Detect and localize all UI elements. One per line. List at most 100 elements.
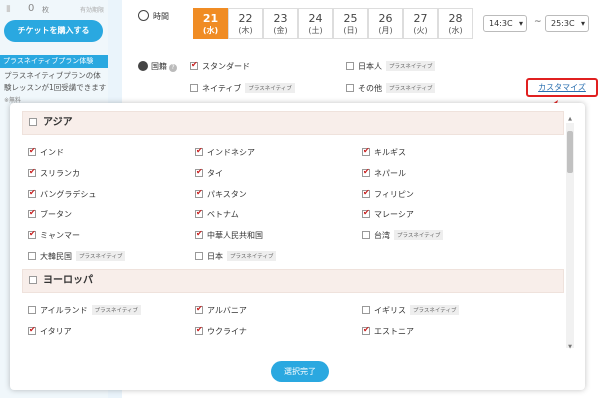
checkbox-icon[interactable] bbox=[362, 188, 370, 198]
modal-scrollbar[interactable]: ▲ ▼ bbox=[566, 116, 574, 350]
trial-title: プラスネイティブプラン体験 bbox=[0, 55, 108, 68]
country-option[interactable]: 台湾 プラスネイティブ bbox=[362, 230, 444, 241]
country-option[interactable]: エストニア bbox=[362, 325, 414, 337]
checkbox-icon[interactable] bbox=[362, 231, 370, 240]
date-day: 24 bbox=[308, 12, 323, 25]
region-header-asia[interactable]: アジア bbox=[22, 111, 564, 135]
date-weekday: (日) bbox=[343, 26, 358, 35]
country-name: ウクライナ bbox=[207, 326, 247, 336]
country-option[interactable]: 中華人民共和国 bbox=[195, 229, 263, 241]
selection-done-button[interactable]: 選択完了 bbox=[271, 361, 329, 382]
option-label: スタンダード bbox=[202, 62, 250, 71]
nationality-other-option[interactable]: その他 プラスネイティブ bbox=[346, 83, 436, 94]
end-time-select[interactable]: 25:3C bbox=[545, 15, 589, 32]
country-option[interactable]: アルバニア bbox=[195, 304, 247, 316]
country-option[interactable]: ブータン bbox=[28, 208, 72, 220]
checkbox-icon[interactable] bbox=[29, 118, 37, 126]
checkbox-icon[interactable] bbox=[362, 325, 370, 335]
checkbox-icon[interactable] bbox=[195, 304, 203, 314]
date-day: 26 bbox=[378, 12, 393, 25]
date-day: 22 bbox=[238, 12, 253, 25]
scrollbar-thumb[interactable] bbox=[567, 131, 573, 173]
checkbox-icon[interactable] bbox=[346, 84, 354, 92]
country-option[interactable]: スリランカ bbox=[28, 167, 80, 179]
checkbox-icon[interactable] bbox=[28, 167, 36, 177]
country-option[interactable]: インド bbox=[28, 146, 64, 158]
country-option[interactable]: ネパール bbox=[362, 167, 406, 179]
checkbox-icon[interactable] bbox=[28, 252, 36, 260]
checkbox-icon[interactable] bbox=[362, 167, 370, 177]
date-tile[interactable]: 21 (水) bbox=[193, 8, 228, 39]
help-icon[interactable]: ? bbox=[169, 64, 177, 72]
checkbox-icon[interactable] bbox=[362, 306, 370, 314]
country-option[interactable]: アイルランド プラスネイティブ bbox=[28, 305, 142, 316]
date-tile[interactable]: 24 (土) bbox=[298, 8, 333, 39]
region-header-europe[interactable]: ヨーロッパ bbox=[22, 269, 564, 293]
country-name: タイ bbox=[207, 168, 223, 178]
checkbox-icon[interactable] bbox=[28, 188, 36, 198]
country-option[interactable]: インドネシア bbox=[195, 146, 255, 158]
checkbox-icon[interactable] bbox=[190, 60, 198, 70]
country-option[interactable]: パキスタン bbox=[195, 188, 247, 200]
date-tile[interactable]: 27 (火) bbox=[403, 8, 438, 39]
start-time-select[interactable]: 14:3C bbox=[483, 15, 527, 32]
trial-desc-text: プラスネイティブプランの体験レッスンが1回受講できます bbox=[4, 71, 107, 92]
date-tile[interactable]: 26 (月) bbox=[368, 8, 403, 39]
country-option[interactable]: ウクライナ bbox=[195, 325, 247, 337]
date-tile[interactable]: 23 (金) bbox=[263, 8, 298, 39]
checkbox-icon[interactable] bbox=[195, 325, 203, 335]
checkbox-icon[interactable] bbox=[28, 229, 36, 240]
country-option[interactable]: イタリア bbox=[28, 325, 72, 337]
checkbox-icon[interactable] bbox=[28, 208, 36, 219]
country-option[interactable]: ベトナム bbox=[195, 208, 239, 220]
buy-ticket-button[interactable]: チケットを購入する bbox=[4, 20, 103, 42]
scroll-down-icon[interactable]: ▼ bbox=[566, 344, 574, 350]
ticket-icon: ▮ bbox=[6, 4, 11, 14]
date-weekday: (月) bbox=[378, 26, 393, 35]
country-name: 台湾 bbox=[374, 231, 390, 241]
ticket-unit: 枚 bbox=[42, 6, 49, 14]
checkbox-icon[interactable] bbox=[28, 146, 36, 156]
country-list: アジア インド インドネシア キルギススリランカ タイ ネパールバングラデシュ パキスタン… bbox=[22, 111, 564, 349]
country-option[interactable]: ミャンマー bbox=[28, 229, 80, 241]
country-option[interactable]: マレーシア bbox=[362, 208, 414, 220]
country-option[interactable]: イギリス プラスネイティブ bbox=[362, 305, 460, 316]
country-option[interactable]: フィリピン bbox=[362, 188, 414, 200]
nationality-standard-option[interactable]: スタンダード bbox=[190, 60, 250, 72]
country-name: インド bbox=[40, 148, 64, 157]
checkbox-icon[interactable] bbox=[362, 208, 370, 219]
checkbox-icon[interactable] bbox=[362, 146, 370, 156]
date-day: 21 bbox=[202, 12, 219, 25]
date-tile[interactable]: 22 (木) bbox=[228, 8, 263, 39]
checkbox-icon[interactable] bbox=[195, 167, 203, 177]
country-option[interactable]: 大韓民国 プラスネイティブ bbox=[28, 251, 126, 262]
nationality-native-option[interactable]: ネイティブ プラスネイティブ bbox=[190, 83, 295, 94]
country-option[interactable]: バングラデシュ bbox=[28, 188, 96, 200]
region-name: アジア bbox=[43, 117, 73, 128]
checkbox-icon[interactable] bbox=[29, 276, 37, 284]
checkbox-icon[interactable] bbox=[195, 188, 203, 198]
checkbox-icon[interactable] bbox=[195, 252, 203, 260]
country-option[interactable]: キルギス bbox=[362, 146, 406, 158]
country-name: イギリス bbox=[374, 306, 406, 315]
country-option[interactable]: タイ bbox=[195, 167, 223, 179]
europe-country-grid: アイルランドプラスネイティブアルバニアイギリスプラスネイティブイタリアウクライナ… bbox=[22, 293, 564, 336]
country-name: アルバニア bbox=[207, 306, 247, 315]
nationality-japanese-option[interactable]: 日本人 プラスネイティブ bbox=[346, 61, 436, 72]
date-weekday: (木) bbox=[238, 26, 253, 35]
plus-native-badge: プラスネイティブ bbox=[410, 305, 460, 315]
date-tile[interactable]: 28 (水) bbox=[438, 8, 473, 39]
plus-native-badge: プラスネイティブ bbox=[227, 251, 277, 261]
date-tile[interactable]: 25 (日) bbox=[333, 8, 368, 39]
checkbox-icon[interactable] bbox=[190, 84, 198, 92]
checkbox-icon[interactable] bbox=[346, 62, 354, 70]
country-name: アイルランド bbox=[40, 306, 88, 315]
checkbox-icon[interactable] bbox=[28, 325, 36, 335]
checkbox-icon[interactable] bbox=[195, 229, 203, 240]
checkbox-icon[interactable] bbox=[195, 146, 203, 156]
checkbox-icon[interactable] bbox=[195, 208, 203, 219]
scroll-up-icon[interactable]: ▲ bbox=[566, 116, 574, 122]
checkbox-icon[interactable] bbox=[28, 306, 36, 314]
date-weekday: (土) bbox=[308, 26, 323, 35]
country-option[interactable]: 日本 プラスネイティブ bbox=[195, 251, 277, 262]
